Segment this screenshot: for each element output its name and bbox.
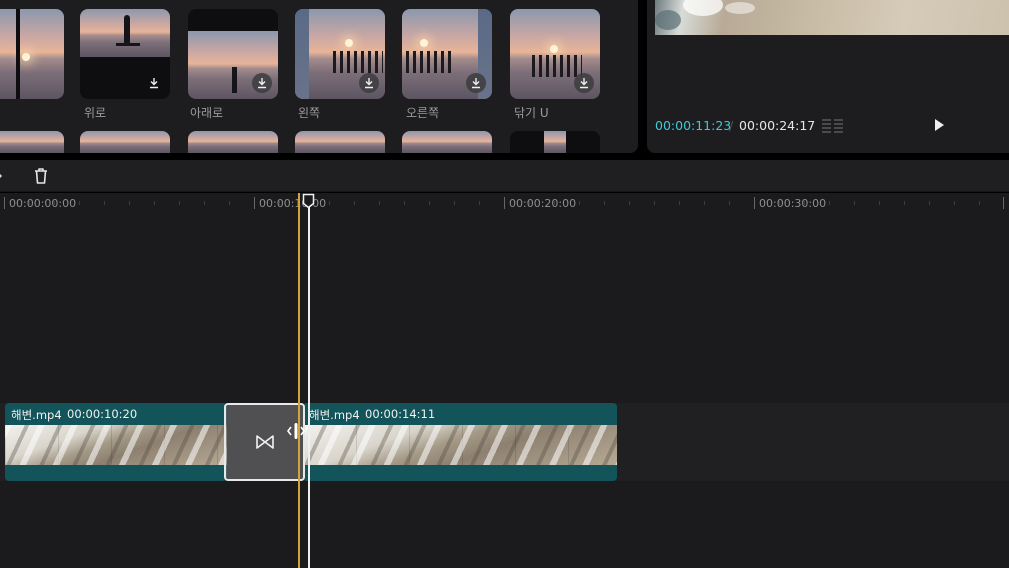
ruler-minor-tick <box>179 201 180 205</box>
transition-thumbnail-right[interactable] <box>402 9 492 99</box>
transition-thumbnail-row2[interactable] <box>510 131 600 153</box>
ruler-minor-tick <box>154 201 155 205</box>
ruler-label: 00:00:00:00 <box>9 197 77 210</box>
play-icon <box>935 119 944 131</box>
ruler-minor-tick <box>379 201 380 205</box>
ruler-minor-tick <box>54 201 55 205</box>
grid-button[interactable] <box>821 117 845 135</box>
ruler-minor-tick <box>554 201 555 205</box>
ruler-minor-tick <box>104 201 105 205</box>
transition-thumbnail-wipe-u[interactable] <box>510 9 600 99</box>
timecode-separator: / <box>729 118 734 133</box>
ruler-minor-tick <box>979 201 980 205</box>
transition-thumbnail-left[interactable] <box>295 9 385 99</box>
download-button[interactable] <box>359 73 379 93</box>
trim-handle-icon <box>287 423 305 439</box>
video-clip[interactable]: 해변.mp4 00:00:10:20 <box>5 403 227 481</box>
ruler-minor-tick <box>329 201 330 205</box>
download-icon <box>150 78 158 89</box>
split-button[interactable] <box>0 168 6 184</box>
thumbnail-label: 아래로 <box>190 106 224 120</box>
ruler-minor-tick <box>404 201 405 205</box>
clip-name: 해변.mp4 <box>309 408 360 422</box>
ruler-minor-tick <box>879 201 880 205</box>
ruler-minor-tick <box>129 201 130 205</box>
marker-line <box>298 193 300 568</box>
transition-thumbnail-up[interactable] <box>80 9 170 99</box>
transition-thumbnail-row2[interactable] <box>188 131 278 153</box>
ruler-minor-tick <box>79 201 80 205</box>
clip-duration: 00:00:14:11 <box>365 407 436 421</box>
ruler-minor-tick <box>29 201 30 205</box>
ruler-minor-tick <box>829 201 830 205</box>
download-icon <box>365 78 373 89</box>
clip-name: 해변.mp4 <box>11 408 62 422</box>
video-clip[interactable]: 해변.mp4 00:00:14:11 <box>303 403 617 481</box>
thumbnail-label: 닦기 U <box>514 106 549 120</box>
timeline-toolbar <box>0 160 1009 192</box>
ruler-minor-tick <box>354 201 355 205</box>
ruler-label: 00:00:10:00 <box>259 197 327 210</box>
split-icon <box>0 173 3 179</box>
timeline[interactable]: 00:00:00:00 00:00:10:00 00:00:20:00 00:0… <box>0 193 1009 568</box>
ruler-minor-tick <box>529 201 530 205</box>
delete-icon <box>35 168 47 184</box>
media-panel: 위로 아래로 왼쪽 오른쪽 닦기 U <box>0 0 638 153</box>
transition-icon <box>256 435 274 449</box>
transition-thumbnail-row2[interactable] <box>0 131 64 153</box>
ruler-minor-tick <box>654 201 655 205</box>
delete-button[interactable] <box>31 166 51 186</box>
ruler-minor-tick <box>954 201 955 205</box>
play-button[interactable] <box>931 117 947 133</box>
ruler-minor-tick <box>579 201 580 205</box>
download-icon <box>580 78 588 89</box>
ruler-minor-tick <box>804 201 805 205</box>
transition-thumbnail-row2[interactable] <box>80 131 170 153</box>
time-ruler[interactable]: 00:00:00:00 00:00:10:00 00:00:20:00 00:0… <box>0 193 1009 213</box>
transition-block[interactable] <box>224 403 305 481</box>
download-button[interactable] <box>574 73 594 93</box>
ruler-minor-tick <box>904 201 905 205</box>
transition-thumbnail-partial[interactable] <box>0 9 64 99</box>
playhead-line <box>308 197 310 568</box>
ruler-minor-tick <box>629 201 630 205</box>
download-button[interactable] <box>144 73 164 93</box>
download-icon <box>258 78 266 89</box>
ruler-minor-tick <box>704 201 705 205</box>
download-button[interactable] <box>466 73 486 93</box>
total-timecode: 00:00:24:17 <box>739 118 816 133</box>
thumbnail-label: 오른쪽 <box>406 106 440 120</box>
ruler-minor-tick <box>854 201 855 205</box>
ruler-minor-tick <box>204 201 205 205</box>
ruler-minor-tick <box>679 201 680 205</box>
thumbnail-label: 위로 <box>84 106 107 120</box>
ruler-label: 00:00:30:00 <box>759 197 827 210</box>
ruler-minor-tick <box>729 201 730 205</box>
ruler-minor-tick <box>929 201 930 205</box>
clip-duration: 00:00:10:20 <box>67 407 138 421</box>
clip-thumbnails <box>5 425 227 465</box>
preview-panel: 00:00:11:23 / 00:00:24:17 <box>647 0 1009 153</box>
transition-thumbnail-row2[interactable] <box>295 131 385 153</box>
current-timecode: 00:00:11:23 <box>655 118 732 133</box>
transition-thumbnail-row2[interactable] <box>402 131 492 153</box>
trim-handle[interactable] <box>283 421 309 441</box>
download-button[interactable] <box>252 73 272 93</box>
thumbnail-label: 왼쪽 <box>298 106 321 120</box>
playhead-icon <box>302 193 315 209</box>
ruler-minor-tick <box>454 201 455 205</box>
ruler-minor-tick <box>604 201 605 205</box>
clip-thumbnails <box>303 425 617 465</box>
ruler-minor-tick <box>779 201 780 205</box>
ruler-minor-tick <box>229 201 230 205</box>
download-icon <box>472 78 480 89</box>
grid-icon <box>822 119 843 133</box>
ruler-minor-tick <box>429 201 430 205</box>
preview-video-frame <box>655 0 1009 35</box>
transition-thumbnail-down[interactable] <box>188 9 278 99</box>
ruler-minor-tick <box>279 201 280 205</box>
playhead[interactable] <box>302 193 315 209</box>
ruler-minor-tick <box>479 201 480 205</box>
ruler-label: 00:00:20:00 <box>509 197 577 210</box>
